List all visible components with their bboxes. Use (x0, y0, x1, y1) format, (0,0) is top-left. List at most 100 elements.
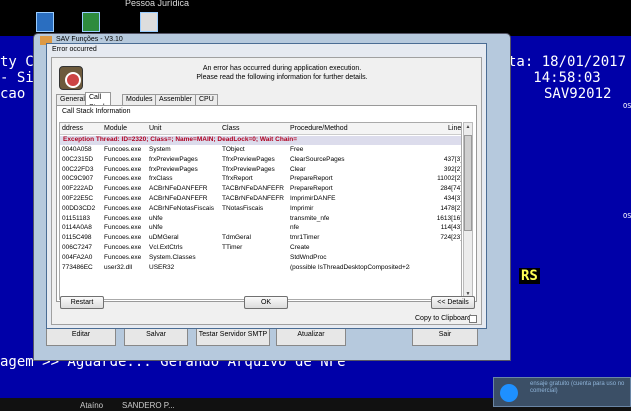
table-row[interactable]: 00F22E5C Funcoes.exe ACBrNFeDANFEFR TACBrNF… (60, 194, 462, 205)
desktop-excel-icon[interactable] (82, 12, 100, 32)
cell-module: Funcoes.exe (104, 214, 142, 222)
column-procedure[interactable]: Procedure/Method (290, 125, 348, 132)
error-icon (59, 66, 83, 90)
cell-unit: frxPreviewPages (149, 155, 198, 163)
cell-module: Funcoes.exe (104, 175, 142, 183)
call-stack-grid[interactable]: ddress Module Unit Class Procedure/Metho… (59, 122, 462, 300)
cell-procedure: transmite_nfe (290, 214, 330, 222)
cell-address: 0040A058 (62, 146, 92, 153)
top-desktop-strip: Pessoa Jurídica (0, 0, 631, 36)
details-button[interactable]: << Details (431, 296, 475, 309)
call-stack-rows: 0040A058 Funcoes.exe System TObject Free 00C2… (60, 146, 462, 274)
cell-unit: ACBrNFeDANFEFR (149, 185, 208, 193)
error-dialog: Error occurred An error has occurred dur… (46, 43, 487, 329)
tab-modules[interactable]: Modules (122, 94, 157, 105)
cell-procedure: ImprimirDANFE (290, 194, 336, 202)
notification-text: ensaje gratuito (cuenta para uso no come… (530, 381, 625, 394)
cell-address: 00C9C907 (62, 175, 94, 183)
cell-unit: frxClass (149, 175, 173, 183)
cell-procedure: Create (290, 243, 310, 251)
console-side-label: OS (623, 212, 631, 220)
scroll-up-icon[interactable]: ▲ (464, 123, 472, 132)
table-row[interactable]: 00F222AD Funcoes.exe ACBrNFeDANFEFR TACBrNF… (60, 185, 462, 195)
console-left-line-1: ty C (0, 54, 34, 70)
copy-clipboard-label: Copy to Clipboard (415, 315, 472, 322)
cell-procedure: ClearSourcePages (290, 155, 345, 163)
teamviewer-icon (500, 384, 518, 402)
cell-unit: ACBrNFeDANFEFR (149, 194, 208, 202)
cell-class: TfrxPreviewPages (222, 155, 275, 163)
exception-thread-row[interactable]: Exception Thread: ID=2320; Class=; Name=… (60, 136, 461, 145)
column-line[interactable]: Line (448, 125, 461, 132)
table-row[interactable]: 01151183 Funcoes.exe uNfe transmite_nfe 1613… (60, 214, 462, 225)
desktop-app-icon[interactable] (36, 12, 54, 32)
taskbar-item[interactable]: SANDERO P... (122, 401, 175, 410)
error-message-line-1: An error has occurred during application… (202, 65, 362, 72)
cell-procedure: Free (290, 146, 304, 153)
ok-button[interactable]: OK (244, 296, 288, 309)
table-row[interactable]: 00C9C907 Funcoes.exe frxClass TfrxReport Pre… (60, 175, 461, 185)
tab-assembler[interactable]: Assembler (155, 94, 197, 105)
table-row[interactable]: 004FA2A0 Funcoes.exe System.Classes StdWndP… (60, 253, 461, 264)
column-address[interactable]: ddress (62, 125, 83, 132)
table-row[interactable]: 00DD3CD2 Funcoes.exe ACBrNFeNotasFiscais TN… (60, 204, 461, 215)
column-class[interactable]: Class (222, 125, 240, 132)
console-time: 14:58:03 (508, 70, 601, 86)
error-message-line-2: Please read the following information fo… (196, 74, 368, 81)
cell-procedure: PrepareReport (290, 175, 333, 183)
cell-class: TdmGeral (222, 234, 251, 242)
dialog-title: Error occurred (52, 46, 97, 53)
cell-class: TObject (222, 146, 245, 153)
cell-module: user32.dll (104, 263, 133, 271)
cell-line: 437[3] (443, 155, 462, 163)
restart-button[interactable]: Restart (60, 296, 104, 309)
table-row[interactable]: 00C22FD3 Funcoes.exe frxPreviewPages TfrxPr… (60, 165, 462, 176)
cell-module: Funcoes.exe (104, 155, 142, 163)
tab-general[interactable]: General (56, 94, 89, 105)
cell-class: TNotasFiscais (222, 204, 264, 212)
call-stack-panel: Call Stack Information ddress Module Uni… (56, 105, 477, 302)
cell-line: 114[43] (440, 224, 462, 232)
cell-module: Funcoes.exe (104, 243, 142, 251)
cell-module: Funcoes.exe (104, 194, 142, 202)
cell-unit: ACBrNFeNotasFiscais (149, 204, 215, 212)
cell-address: 773486EC (62, 263, 93, 271)
column-module[interactable]: Module (104, 125, 127, 132)
cell-module: Funcoes.exe (104, 146, 142, 153)
table-row[interactable]: 00C2315D Funcoes.exe frxPreviewPages TfrxPr… (60, 155, 462, 166)
cell-unit: USER32 (149, 263, 175, 271)
table-row[interactable]: 773486EC user32.dll USER32 (possible IsThre… (60, 263, 461, 274)
cell-line: 284[74] (440, 185, 462, 193)
cell-line: 1613[16] (436, 214, 462, 222)
cell-line: 392[2] (443, 165, 462, 173)
copy-clipboard-checkbox[interactable] (469, 315, 477, 323)
table-row[interactable]: 0114A0A8 Funcoes.exe uNfe nfe 114[43] (60, 224, 462, 234)
table-row[interactable]: 0115C498 Funcoes.exe uDMGeral TdmGeral tmr1T… (60, 234, 461, 244)
taskbar-item[interactable]: Ataíno (80, 401, 103, 410)
tab-call-stack[interactable]: Call Stack (85, 92, 111, 111)
cell-address: 0114A0A8 (62, 224, 92, 232)
scroll-thumb[interactable] (464, 135, 472, 231)
table-row[interactable]: 006C7247 Funcoes.exe Vcl.ExtCtrls TTimer Cre… (60, 243, 461, 254)
notification-popup[interactable]: ensaje gratuito (cuenta para uso no come… (493, 377, 631, 407)
cell-class: TfrxPreviewPages (222, 165, 275, 173)
tab-cpu[interactable]: CPU (195, 94, 218, 105)
cell-line: 434[3] (443, 194, 462, 202)
top-window-title: Pessoa Jurídica (125, 0, 190, 8)
column-unit[interactable]: Unit (149, 125, 161, 132)
cell-address: 00DD3CD2 (62, 204, 96, 212)
cell-class: TACBrNFeDANFEFR (222, 194, 284, 202)
cell-address: 004FA2A0 (62, 253, 93, 261)
panel-label: Call Stack Information (62, 108, 131, 115)
cell-procedure: tmr1Timer (290, 234, 320, 242)
table-row[interactable]: 0040A058 Funcoes.exe System TObject Free (60, 146, 461, 156)
grid-scrollbar[interactable]: ▲ ▼ (463, 122, 473, 300)
cell-module: Funcoes.exe (104, 165, 142, 173)
cell-unit: System (149, 146, 171, 153)
cell-address: 00F222AD (62, 185, 94, 193)
cell-unit: System.Classes (149, 253, 196, 261)
dialog-body: An error has occurred during application… (51, 57, 482, 325)
parent-window-title: SAV Funções - V3.10 (56, 36, 123, 43)
cell-procedure: nfe (290, 224, 300, 232)
desktop-file-icon[interactable] (140, 12, 158, 32)
